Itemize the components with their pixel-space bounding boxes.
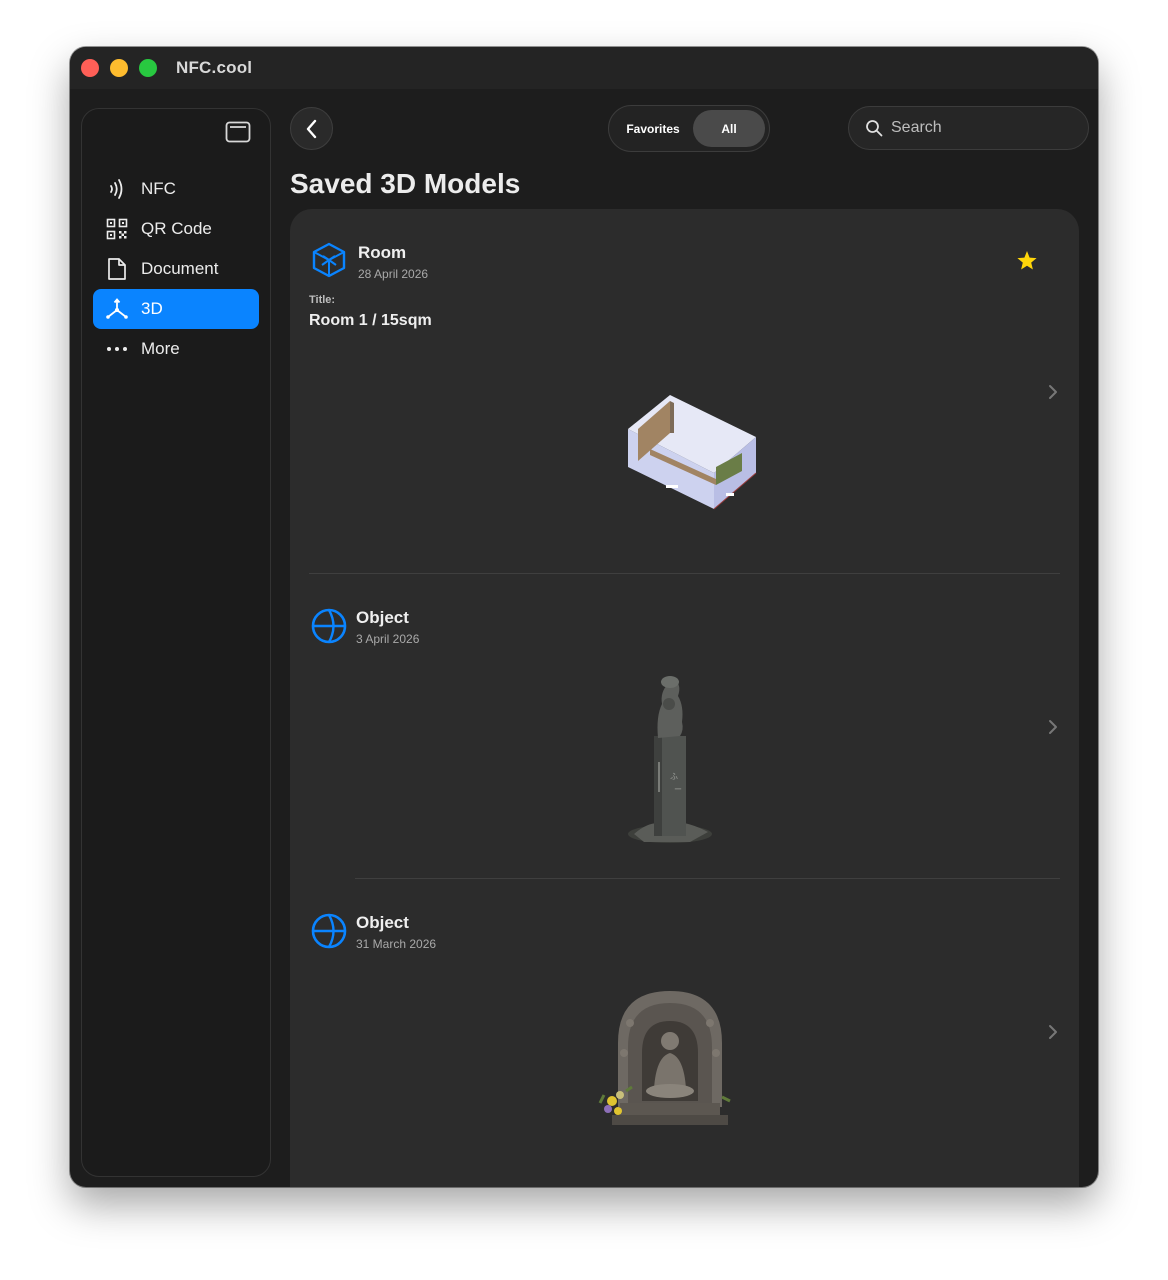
search-field[interactable] [848, 106, 1089, 150]
nfc-icon [104, 176, 130, 202]
sidebar-item-qr-code[interactable]: QR Code [93, 209, 259, 249]
sidebar-item-label: NFC [141, 179, 176, 198]
3d-axis-icon [104, 296, 130, 322]
list-item[interactable]: Object 31 March 2026 [290, 879, 1079, 1187]
item-type: Object [356, 913, 409, 932]
document-icon [104, 256, 130, 282]
sidebar-item-label: Document [141, 259, 219, 278]
buddha-shrine-thumbnail [598, 991, 731, 1125]
star-icon[interactable] [1015, 249, 1039, 273]
page-title: Saved 3D Models [290, 168, 521, 199]
item-type: Room [358, 243, 407, 262]
svg-text:ー: ー [674, 785, 682, 794]
sidebar-item-3d[interactable]: 3D [93, 289, 259, 329]
app-window: NFC.cool NFC QR Code Document 3D More Fa… [70, 47, 1098, 1187]
chevron-right-icon [1049, 1025, 1057, 1039]
item-type: Object [356, 608, 409, 627]
sidebar-item-more[interactable]: More [93, 329, 259, 369]
qr-code-icon [104, 216, 130, 242]
svg-text:ふ: ふ [670, 772, 679, 780]
sidebar-item-label: QR Code [141, 219, 212, 238]
zoom-window-button[interactable] [139, 59, 157, 77]
sidebar: NFC QR Code Document 3D More [81, 108, 271, 1177]
search-icon [866, 120, 883, 137]
chevron-right-icon [1049, 385, 1057, 399]
search-input[interactable] [891, 119, 1071, 137]
room-model-thumbnail [628, 395, 757, 510]
sidebar-item-label: 3D [141, 299, 163, 318]
list-item[interactable]: Room 28 April 2026 Title: Room 1 / 15sqm [290, 209, 1079, 574]
back-button[interactable] [290, 107, 333, 150]
item-date: 3 April 2026 [356, 632, 420, 646]
close-window-button[interactable] [81, 59, 99, 77]
chevron-left-icon [306, 119, 316, 138]
list-item[interactable]: Object 3 April 2026 ふ ー [290, 574, 1079, 879]
window-title: NFC.cool [176, 58, 253, 77]
filter-segmented-control: Favorites All [608, 105, 770, 152]
item-title: Room 1 / 15sqm [309, 312, 432, 329]
sidebar-item-nfc[interactable]: NFC [93, 169, 259, 209]
chevron-right-icon [1049, 720, 1057, 734]
item-date: 31 March 2026 [356, 937, 437, 951]
sidebar-item-document[interactable]: Document [93, 249, 259, 289]
stone-pillar-thumbnail: ふ ー [628, 676, 712, 843]
sidebar-toggle-icon[interactable] [225, 121, 251, 143]
item-date: 28 April 2026 [358, 267, 429, 281]
globe-icon [311, 913, 347, 949]
models-list: Room 28 April 2026 Title: Room 1 / 15sqm [290, 209, 1079, 1187]
ellipsis-icon [104, 336, 130, 362]
globe-icon [311, 608, 347, 644]
title-label: Title: [309, 294, 336, 306]
minimize-window-button[interactable] [110, 59, 128, 77]
sidebar-item-label: More [141, 339, 180, 358]
all-segment[interactable]: All [693, 110, 765, 147]
title-bar: NFC.cool [70, 47, 1098, 89]
room-cube-icon [312, 242, 346, 278]
favorites-segment[interactable]: Favorites [613, 110, 693, 147]
